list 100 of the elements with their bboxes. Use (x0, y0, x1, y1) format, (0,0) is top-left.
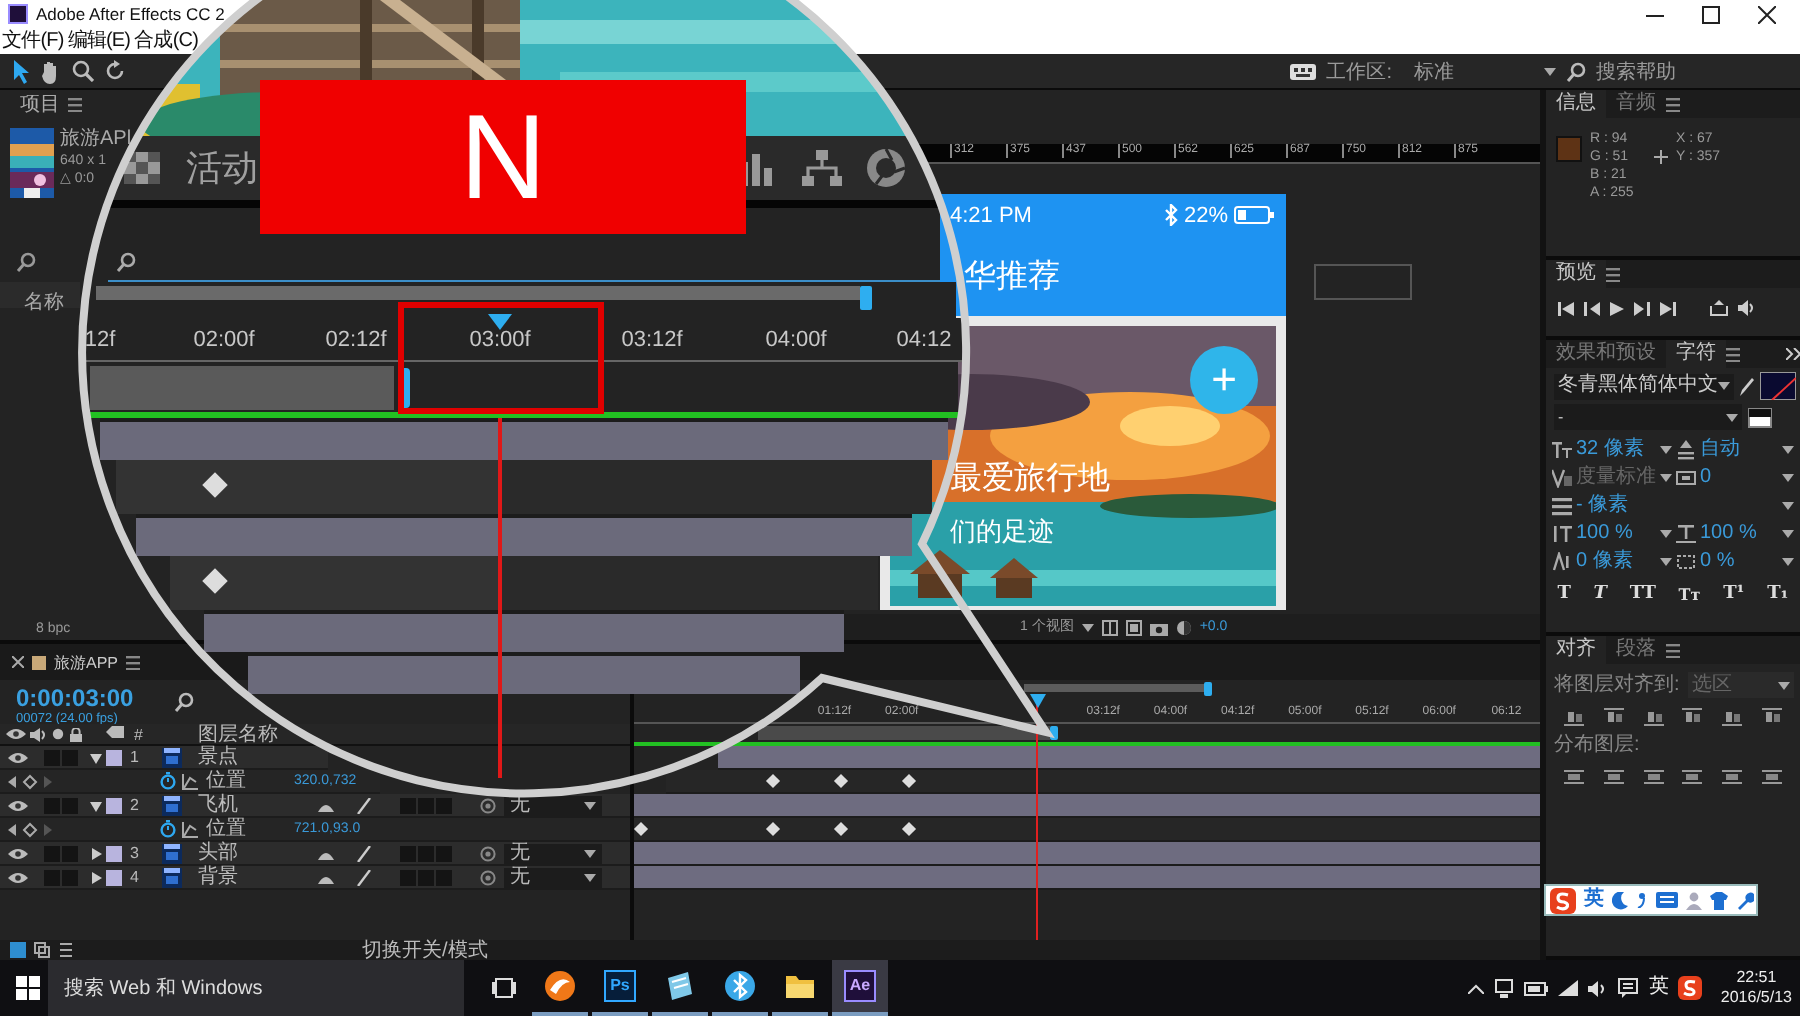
grid-icon[interactable] (1101, 619, 1118, 635)
keyframe-marker[interactable] (202, 472, 228, 498)
layer-bar[interactable] (502, 652, 800, 694)
keyframe-marker[interactable] (766, 773, 781, 789)
switch-box[interactable] (62, 845, 78, 861)
switch-box[interactable] (62, 869, 78, 885)
close-icon[interactable] (1758, 5, 1776, 23)
graph-icon[interactable] (182, 773, 198, 789)
input-language[interactable]: 英 (1648, 976, 1669, 1000)
label-color-swatch[interactable] (106, 869, 122, 885)
modes-icon[interactable] (34, 942, 50, 958)
distribute-icon[interactable] (1643, 768, 1664, 786)
font-style-dropdown[interactable]: - (1554, 404, 1742, 430)
layer-bar[interactable] (136, 514, 498, 556)
expand-triangle-icon[interactable] (90, 871, 102, 883)
windows-start-icon[interactable] (16, 976, 40, 1000)
text-setting-value[interactable]: 0 像素 (1576, 549, 1656, 573)
caret-icon[interactable] (584, 873, 596, 881)
caret-icon[interactable] (1778, 681, 1790, 689)
caret-icon[interactable] (1782, 445, 1794, 453)
text-setting-value[interactable]: 100 % (1700, 521, 1778, 545)
switch-box[interactable] (418, 869, 434, 885)
taskbar-search-field[interactable]: 搜索 Web 和 Windows (48, 960, 464, 1016)
exposure-icon[interactable] (1175, 619, 1192, 635)
switch-box[interactable] (44, 797, 60, 813)
work-area-bar[interactable] (758, 726, 1051, 740)
playhead-line[interactable] (1036, 700, 1039, 940)
camera-icon[interactable] (1149, 619, 1168, 635)
keyboard-icon[interactable] (1656, 892, 1678, 908)
layer-bar[interactable] (718, 746, 1540, 770)
slash-icon[interactable] (356, 797, 372, 813)
label-tag-icon[interactable] (106, 726, 124, 742)
checkerboard-icon[interactable] (124, 152, 160, 184)
keyframe-marker[interactable] (202, 568, 228, 594)
caret-icon[interactable] (1660, 445, 1672, 453)
switch-box[interactable] (44, 869, 60, 885)
taskbar-app-button[interactable]: Ps (592, 960, 648, 1016)
keyframe-marker[interactable] (834, 821, 849, 837)
panel-tab[interactable]: 信息 (1546, 90, 1606, 118)
caret-icon[interactable] (584, 801, 596, 809)
switch-box[interactable] (418, 797, 434, 813)
align-icon[interactable] (1603, 708, 1624, 726)
layer-name[interactable]: 头部 (198, 842, 308, 864)
text-setting-value[interactable]: 0 % (1700, 549, 1778, 573)
switch-box[interactable] (436, 797, 452, 813)
hierarchy-icon[interactable] (802, 150, 842, 186)
menu-icon[interactable] (1666, 643, 1680, 657)
layer-bar[interactable] (634, 842, 1540, 866)
switch-box[interactable] (418, 845, 434, 861)
current-time[interactable]: 0:00:03:00 (16, 686, 134, 712)
switch-box[interactable] (62, 797, 78, 813)
layer-name[interactable]: 背景 (198, 866, 308, 888)
panel-tab[interactable]: 字符 (1666, 340, 1726, 368)
input-method-logo-icon[interactable] (1678, 976, 1703, 1000)
search-icon[interactable] (16, 252, 36, 272)
previous-frame-icon[interactable] (1584, 301, 1600, 315)
search-icon[interactable] (173, 692, 194, 712)
caret-icon[interactable] (1718, 382, 1730, 390)
layer-row[interactable]: 4 背景 无 (0, 866, 631, 890)
column-header[interactable]: 图层名称 (198, 723, 278, 745)
align-icon[interactable] (1682, 708, 1703, 726)
clock[interactable]: 22:51 2016/5/13 (1712, 968, 1800, 1008)
text-style-button[interactable]: Tт (1676, 584, 1703, 604)
comp-tab[interactable]: 旅游APP (54, 653, 119, 671)
keyframe-marker[interactable] (834, 773, 849, 789)
layer-bar[interactable] (634, 794, 1540, 818)
wrench-icon[interactable] (1736, 891, 1754, 909)
panel-tab[interactable]: 效果和预设 (1546, 340, 1666, 368)
caret-icon[interactable] (1660, 473, 1672, 481)
distribute-icon[interactable] (1682, 768, 1703, 786)
distribute-icon[interactable] (1563, 768, 1584, 786)
index-column-header[interactable]: # (134, 725, 158, 743)
caret-icon[interactable] (1660, 529, 1672, 537)
parent-dropdown[interactable]: 无 (504, 843, 602, 863)
caret-icon[interactable] (1782, 557, 1794, 565)
caret-icon[interactable] (1782, 501, 1794, 509)
keyframe-marker[interactable] (902, 821, 917, 837)
layer-name[interactable]: 飞机 (198, 794, 308, 816)
first-frame-icon[interactable] (1558, 301, 1574, 315)
align-icon[interactable] (1762, 708, 1783, 726)
switch-box[interactable] (44, 845, 60, 861)
caret-icon[interactable] (1782, 473, 1794, 481)
eye-icon[interactable] (6, 728, 26, 740)
play-icon[interactable] (1610, 301, 1624, 315)
switch-box[interactable] (44, 749, 60, 765)
layer-bar[interactable] (100, 418, 498, 460)
text-setting-value[interactable]: 32 像素 (1576, 437, 1656, 461)
stopwatch-icon[interactable] (160, 772, 176, 790)
text-style-button[interactable]: T₁ (1765, 584, 1791, 604)
punctuation-icon[interactable] (1636, 892, 1648, 908)
stretch-icon[interactable] (58, 942, 74, 958)
distribute-icon[interactable] (1722, 768, 1743, 786)
keyboard-icon[interactable] (1290, 63, 1317, 79)
text-setting-value[interactable]: 自动 (1700, 437, 1778, 461)
volume-icon[interactable] (1588, 979, 1609, 997)
text-style-button[interactable]: T (1591, 584, 1609, 604)
expand-triangle-icon[interactable] (90, 847, 102, 859)
export-icon[interactable] (1710, 300, 1728, 316)
navigator-handle[interactable] (1204, 681, 1213, 695)
font-family-dropdown[interactable]: 冬青黑体简体中文 (1554, 373, 1734, 399)
